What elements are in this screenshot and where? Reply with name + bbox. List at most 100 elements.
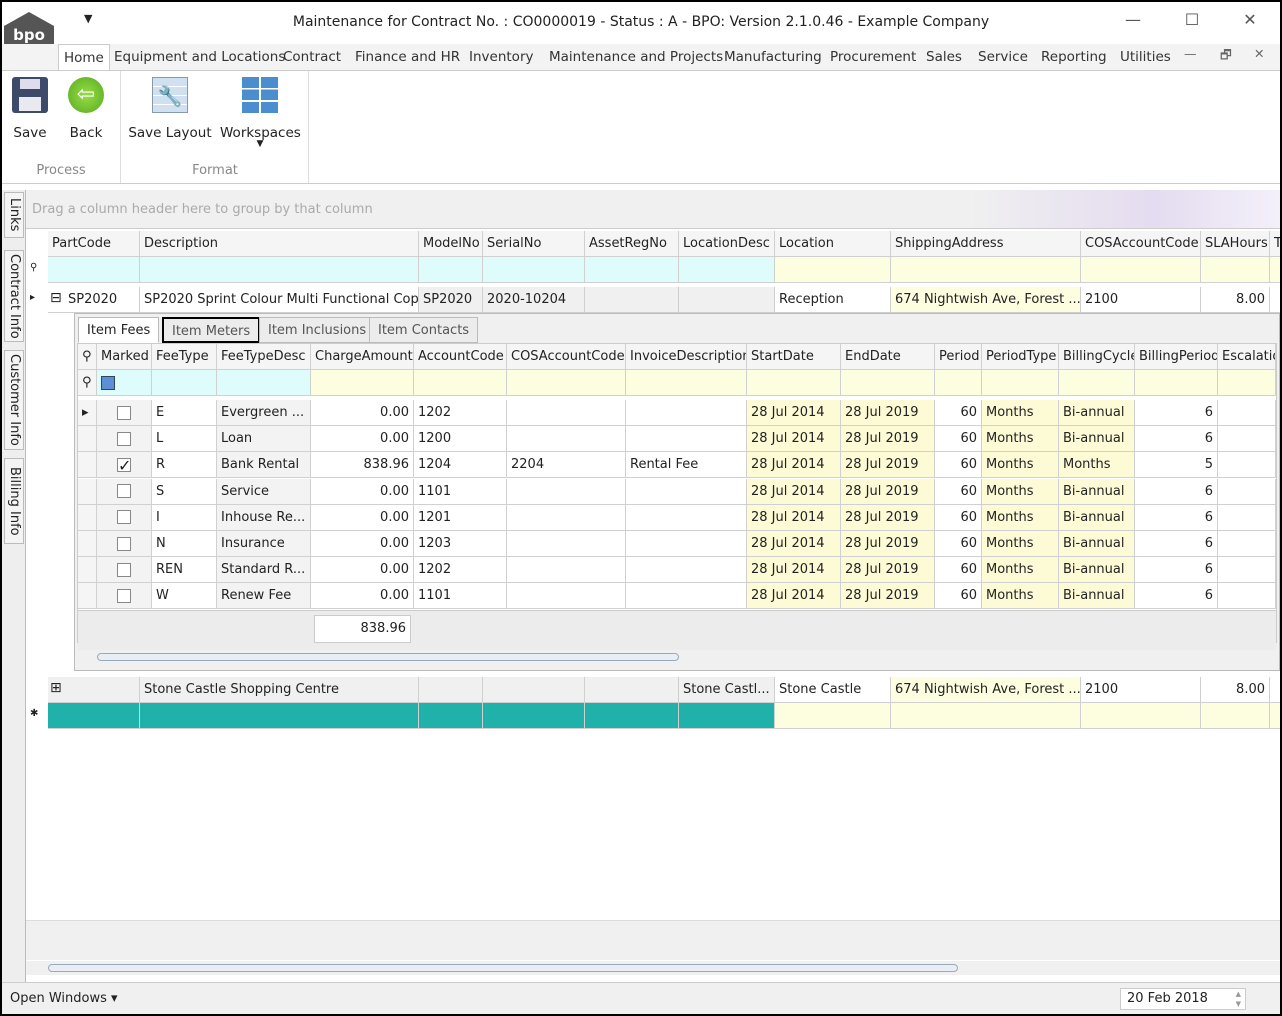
column-header-escalatio[interactable]: Escalatio bbox=[1218, 344, 1276, 370]
menu-tab-finance-and-hr[interactable]: Finance and HR bbox=[355, 44, 460, 70]
cell[interactable] bbox=[775, 703, 891, 729]
cell[interactable] bbox=[311, 370, 414, 396]
workspaces-button[interactable]: Workspaces ▼ bbox=[220, 77, 301, 149]
side-tab-customer-info[interactable]: Customer Info bbox=[4, 350, 24, 450]
cell[interactable] bbox=[1201, 257, 1270, 283]
restore-icon[interactable]: 🗗 bbox=[1220, 46, 1232, 67]
date-field[interactable]: 20 Feb 2018 ▲ ▼ bbox=[1120, 988, 1246, 1010]
cell[interactable] bbox=[585, 703, 679, 729]
column-header-periodtype[interactable]: PeriodType bbox=[982, 344, 1059, 370]
column-header-locationdesc[interactable]: LocationDesc bbox=[679, 231, 775, 257]
cell[interactable] bbox=[414, 370, 507, 396]
column-header-partcode[interactable]: PartCode bbox=[48, 231, 140, 257]
column-header-serialno[interactable]: SerialNo bbox=[483, 231, 585, 257]
cell[interactable] bbox=[891, 703, 1081, 729]
cell[interactable] bbox=[982, 370, 1059, 396]
cell[interactable] bbox=[1081, 703, 1201, 729]
cell[interactable] bbox=[775, 257, 891, 283]
column-header-accountcode[interactable]: AccountCode bbox=[414, 344, 507, 370]
marked-checkbox[interactable] bbox=[117, 405, 131, 420]
cell[interactable] bbox=[1270, 703, 1280, 729]
menu-tab-maintenance-and-projects[interactable]: Maintenance and Projects bbox=[549, 44, 723, 70]
column-header-modelno[interactable]: ModelNo bbox=[419, 231, 483, 257]
side-tab-links[interactable]: Links bbox=[4, 192, 24, 238]
save-button[interactable]: Save bbox=[10, 77, 50, 141]
marked-checkbox[interactable] bbox=[117, 536, 131, 551]
cell[interactable] bbox=[152, 370, 217, 396]
marked-checkbox[interactable] bbox=[117, 562, 131, 577]
cell[interactable] bbox=[1218, 370, 1276, 396]
column-header-slahours[interactable]: SLAHours bbox=[1201, 231, 1270, 257]
cell[interactable] bbox=[891, 257, 1081, 283]
column-header-period[interactable]: Period bbox=[935, 344, 982, 370]
detail-tab-item-fees[interactable]: Item Fees bbox=[78, 317, 160, 343]
collapse-icon[interactable]: ⊟ bbox=[50, 290, 62, 306]
cell[interactable] bbox=[483, 703, 585, 729]
cell[interactable] bbox=[626, 370, 747, 396]
cell[interactable] bbox=[419, 257, 483, 283]
minimize-icon[interactable]: — bbox=[1118, 10, 1148, 29]
back-button[interactable]: ⇦ Back bbox=[66, 77, 106, 141]
column-header-feetype[interactable]: FeeType bbox=[152, 344, 217, 370]
cell[interactable] bbox=[679, 257, 775, 283]
marked-checkbox[interactable] bbox=[117, 588, 131, 603]
detail-tab-item-inclusions[interactable]: Item Inclusions bbox=[259, 317, 376, 343]
detail-tab-item-contacts[interactable]: Item Contacts bbox=[369, 317, 479, 343]
cell[interactable]: ⚲ bbox=[78, 370, 97, 396]
cell[interactable] bbox=[1201, 703, 1270, 729]
fees-horizontal-scrollbar[interactable] bbox=[77, 650, 1277, 664]
close-icon[interactable]: ✕ bbox=[1235, 10, 1265, 29]
scrollbar-thumb[interactable] bbox=[97, 653, 679, 661]
menu-tab-sales[interactable]: Sales bbox=[926, 44, 962, 70]
search-icon[interactable]: ⚲ bbox=[82, 349, 92, 364]
column-header-chargeamount[interactable]: ChargeAmount bbox=[311, 344, 414, 370]
menu-tab-contract[interactable]: Contract bbox=[283, 44, 341, 70]
cell[interactable] bbox=[217, 370, 311, 396]
column-header-billingperiod[interactable]: BillingPeriod bbox=[1135, 344, 1218, 370]
marked-checkbox[interactable] bbox=[117, 484, 131, 499]
cell[interactable] bbox=[48, 257, 140, 283]
menu-tab-manufacturing[interactable]: Manufacturing bbox=[724, 44, 822, 70]
group-by-panel[interactable]: Drag a column header here to group by th… bbox=[26, 190, 1280, 229]
cell[interactable] bbox=[1270, 257, 1280, 283]
cell[interactable] bbox=[1081, 257, 1201, 283]
side-tab-contract-info[interactable]: Contract Info bbox=[4, 250, 24, 342]
column-header-shippingaddress[interactable]: ShippingAddress bbox=[891, 231, 1081, 257]
column-header-marked[interactable]: Marked bbox=[97, 344, 152, 370]
column-header-cosaccountcode[interactable]: COSAccountCode bbox=[1081, 231, 1201, 257]
column-header-feetypedesc[interactable]: FeeTypeDesc bbox=[217, 344, 311, 370]
cell[interactable] bbox=[507, 370, 626, 396]
column-header-startdate[interactable]: StartDate bbox=[747, 344, 841, 370]
menu-tab-reporting[interactable]: Reporting bbox=[1041, 44, 1107, 70]
menu-tab-inventory[interactable]: Inventory bbox=[469, 44, 533, 70]
detail-tab-item-meters[interactable]: Item Meters bbox=[162, 317, 261, 343]
menu-tab-service[interactable]: Service bbox=[978, 44, 1028, 70]
marked-checkbox[interactable] bbox=[117, 510, 131, 525]
column-header-billingcycle[interactable]: BillingCycle bbox=[1059, 344, 1135, 370]
cell[interactable] bbox=[48, 703, 140, 729]
column-header-location[interactable]: Location bbox=[775, 231, 891, 257]
cell[interactable] bbox=[1059, 370, 1135, 396]
marked-checkbox[interactable] bbox=[117, 453, 131, 477]
marked-filter-checkbox[interactable] bbox=[101, 375, 115, 390]
quick-access-dropdown-icon[interactable]: ▼ bbox=[84, 12, 92, 25]
column-header-t[interactable]: T bbox=[1270, 231, 1280, 257]
column-header-invoicedescription[interactable]: InvoiceDescription bbox=[626, 344, 747, 370]
cell[interactable] bbox=[140, 257, 419, 283]
close-child-icon[interactable]: ✕ bbox=[1254, 46, 1264, 61]
horizontal-scrollbar[interactable] bbox=[26, 961, 1280, 975]
cell[interactable] bbox=[419, 703, 483, 729]
open-windows-button[interactable]: Open Windows ▾ bbox=[10, 991, 118, 1006]
scrollbar-thumb[interactable] bbox=[48, 964, 958, 972]
column-header-assetregno[interactable]: AssetRegNo bbox=[585, 231, 679, 257]
cell[interactable] bbox=[679, 703, 775, 729]
cell[interactable] bbox=[1135, 370, 1218, 396]
marked-checkbox[interactable] bbox=[117, 431, 131, 446]
expand-icon[interactable]: ⊞ bbox=[50, 680, 62, 696]
spinner-icon[interactable]: ▲ ▼ bbox=[1236, 989, 1241, 1009]
cell[interactable] bbox=[747, 370, 841, 396]
column-header-enddate[interactable]: EndDate bbox=[841, 344, 935, 370]
column-header-description[interactable]: Description bbox=[140, 231, 419, 257]
cell[interactable] bbox=[935, 370, 982, 396]
cell[interactable] bbox=[140, 703, 419, 729]
